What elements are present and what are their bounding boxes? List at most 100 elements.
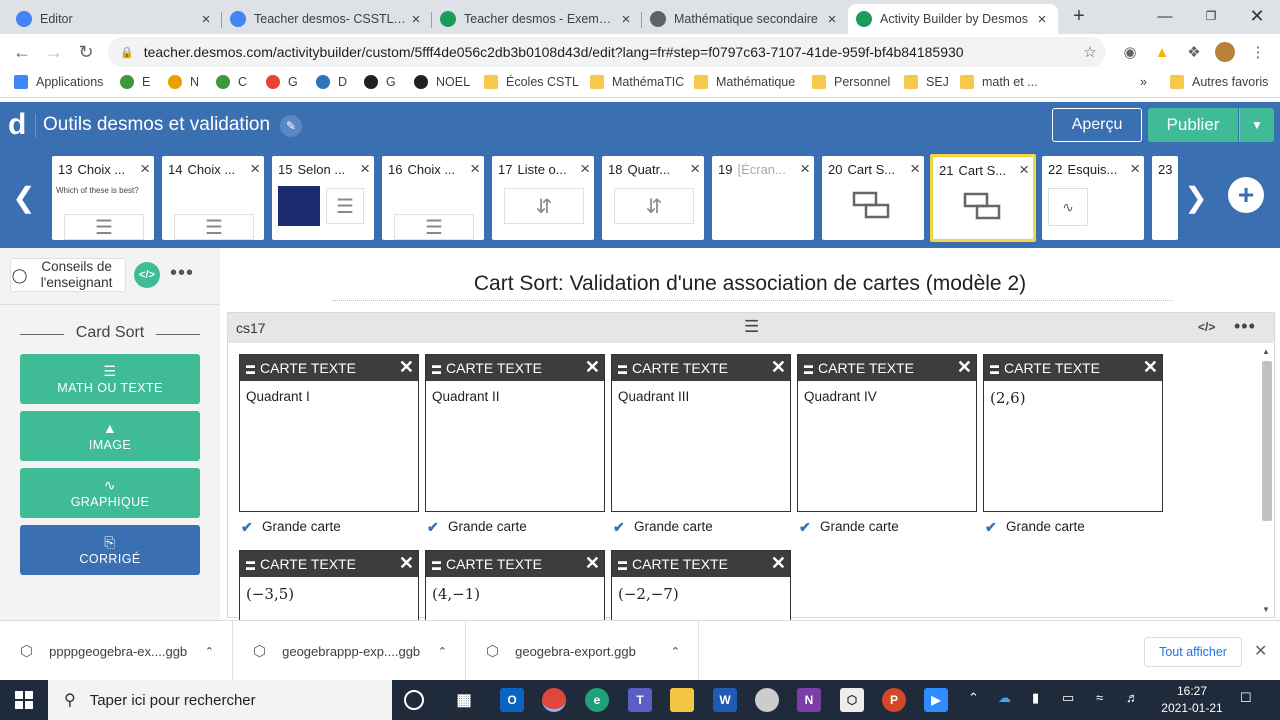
screen-delete-icon[interactable]: × bbox=[580, 159, 590, 179]
browser-tab[interactable]: Editor × bbox=[8, 4, 222, 34]
close-window-button[interactable]: ✕ bbox=[1234, 0, 1280, 32]
download-item[interactable]: ⬡ geogebrappp-exp....ggb ⌃ bbox=[233, 621, 466, 681]
notifications-icon[interactable]: ☐ bbox=[1240, 690, 1252, 706]
card-delete-icon[interactable]: ✕ bbox=[585, 553, 600, 574]
screen-thumbnail[interactable]: 21 Cart S... × bbox=[930, 154, 1036, 242]
scroll-up-arrow-icon[interactable]: ▲ bbox=[1262, 347, 1270, 356]
screen-thumbnail[interactable]: 16 Choix ... × ☰ bbox=[382, 156, 484, 240]
card-content[interactable]: (−3,5) bbox=[240, 577, 418, 611]
card-delete-icon[interactable]: ✕ bbox=[1143, 357, 1158, 378]
bookmark-item[interactable]: Écoles CSTL bbox=[484, 75, 579, 89]
text-card[interactable]: ▬ ▬ CARTE TEXTE ✕ Quadrant I bbox=[239, 354, 419, 512]
word-icon[interactable]: W bbox=[713, 688, 737, 712]
text-card[interactable]: ▬ ▬ CARTE TEXTE ✕ Quadrant IV bbox=[797, 354, 977, 512]
download-item[interactable]: ⬡ ppppgeogebra-ex....ggb ⌃ bbox=[0, 621, 233, 681]
text-card[interactable]: ▬ ▬ CARTE TEXTE ✕ Quadrant II bbox=[425, 354, 605, 512]
drag-handle-icon[interactable]: ☰ bbox=[744, 317, 759, 337]
bookmark-item[interactable]: math et ... bbox=[960, 75, 1038, 89]
card-delete-icon[interactable]: ✕ bbox=[771, 357, 786, 378]
app-icon[interactable] bbox=[755, 688, 779, 712]
screen-thumbnail[interactable]: 14 Choix ... × ☰ bbox=[162, 156, 264, 240]
tab-close-icon[interactable]: × bbox=[1034, 11, 1050, 28]
microphone-icon[interactable]: ▮ bbox=[1032, 690, 1039, 706]
chrome-menu-icon[interactable]: ⋮ bbox=[1248, 42, 1268, 62]
screen-thumbnail[interactable]: 15 Selon ... × ☰ bbox=[272, 156, 374, 240]
chrome-taskbar-icon[interactable] bbox=[542, 688, 566, 712]
tab-close-icon[interactable]: × bbox=[824, 11, 840, 28]
add-graph-component-button[interactable]: ∿ GRAPHIQUE bbox=[20, 468, 200, 518]
cortana-icon[interactable] bbox=[404, 690, 424, 710]
screen-delete-icon[interactable]: × bbox=[470, 159, 480, 179]
publish-dropdown-chevron-icon[interactable]: ▼ bbox=[1239, 108, 1274, 142]
onenote-icon[interactable]: N bbox=[797, 688, 821, 712]
component-menu-icon[interactable]: ••• bbox=[1234, 316, 1256, 337]
task-view-icon[interactable]: ▦ bbox=[452, 688, 476, 712]
computation-layer-icon[interactable]: </> bbox=[134, 262, 160, 288]
card-content[interactable]: Quadrant IV bbox=[798, 381, 976, 412]
card-delete-icon[interactable]: ✕ bbox=[399, 553, 414, 574]
add-image-component-button[interactable]: ▲ IMAGE bbox=[20, 411, 200, 461]
chevron-up-icon[interactable]: ⌃ bbox=[438, 645, 447, 658]
bookmark-star-icon[interactable]: ☆ bbox=[1080, 42, 1100, 62]
browser-tab[interactable]: Mathématique secondaire × bbox=[642, 4, 848, 34]
screen-delete-icon[interactable]: × bbox=[250, 159, 260, 179]
component-code-icon[interactable]: </> bbox=[1198, 320, 1215, 334]
teams-icon[interactable]: T bbox=[628, 688, 652, 712]
bookmark-item[interactable]: Applications bbox=[14, 75, 103, 89]
card-content[interactable]: (−2,−7) bbox=[612, 577, 790, 611]
bookmark-item[interactable]: NOEL bbox=[414, 75, 470, 89]
show-all-downloads-button[interactable]: Tout afficher bbox=[1144, 637, 1242, 667]
tab-close-icon[interactable]: × bbox=[198, 11, 214, 28]
big-card-checkbox[interactable]: ✔ Grande carte bbox=[613, 519, 713, 534]
tab-close-icon[interactable]: × bbox=[408, 11, 424, 28]
bookmark-item[interactable]: Mathématique bbox=[694, 75, 795, 89]
bookmarks-overflow-button[interactable]: » bbox=[1140, 75, 1147, 89]
scrollbar[interactable]: ▲ ▼ bbox=[1260, 347, 1272, 615]
screen-thumbnail[interactable]: 19 [Écran... × bbox=[712, 156, 814, 240]
strip-left-arrow-icon[interactable]: ❮ bbox=[10, 180, 38, 214]
big-card-checkbox[interactable]: ✔ Grande carte bbox=[427, 519, 527, 534]
bookmark-item[interactable]: N bbox=[168, 75, 199, 89]
bookmark-item[interactable]: D bbox=[316, 75, 347, 89]
card-content[interactable]: Quadrant I bbox=[240, 381, 418, 412]
scroll-down-arrow-icon[interactable]: ▼ bbox=[1262, 605, 1270, 614]
file-explorer-icon[interactable] bbox=[670, 688, 694, 712]
other-bookmarks-folder[interactable]: Autres favoris bbox=[1170, 75, 1268, 89]
screen-delete-icon[interactable]: × bbox=[1130, 159, 1140, 179]
card-content[interactable]: (2,6) bbox=[984, 381, 1162, 415]
powerpoint-icon[interactable]: P bbox=[882, 688, 906, 712]
browser-tab[interactable]: Activity Builder by Desmos × bbox=[848, 4, 1058, 34]
bookmark-item[interactable]: Personnel bbox=[812, 75, 890, 89]
screen-thumbnail[interactable]: 20 Cart S... × bbox=[822, 156, 924, 240]
screen-delete-icon[interactable]: × bbox=[1019, 160, 1029, 180]
card-delete-icon[interactable]: ✕ bbox=[399, 357, 414, 378]
camera-extension-icon[interactable]: ◉ bbox=[1120, 42, 1140, 62]
text-card[interactable]: ▬ ▬ CARTE TEXTE ✕ (2,6) bbox=[983, 354, 1163, 512]
screen-title[interactable]: Cart Sort: Validation d'une association … bbox=[220, 272, 1280, 296]
screen-delete-icon[interactable]: × bbox=[910, 159, 920, 179]
address-bar[interactable]: 🔒 teacher.desmos.com/activitybuilder/cus… bbox=[108, 37, 1106, 67]
card-delete-icon[interactable]: ✕ bbox=[957, 357, 972, 378]
big-card-checkbox[interactable]: ✔ Grande carte bbox=[799, 519, 899, 534]
big-card-checkbox[interactable]: ✔ Grande carte bbox=[241, 519, 341, 534]
card-content[interactable]: Quadrant II bbox=[426, 381, 604, 412]
preview-button[interactable]: Aperçu bbox=[1052, 108, 1142, 142]
screen-thumbnail[interactable]: 22 Esquis... × ∿ bbox=[1042, 156, 1144, 240]
zoom-icon[interactable]: ▶ bbox=[924, 688, 948, 712]
minimize-button[interactable]: — bbox=[1142, 0, 1188, 32]
big-card-checkbox[interactable]: ✔ Grande carte bbox=[985, 519, 1085, 534]
windows-start-icon[interactable] bbox=[0, 680, 48, 720]
desmos-logo[interactable]: d bbox=[8, 108, 26, 142]
back-arrow-icon[interactable]: ← bbox=[10, 40, 34, 64]
tab-close-icon[interactable]: × bbox=[618, 11, 634, 28]
tray-expand-icon[interactable]: ⌃ bbox=[968, 690, 979, 706]
browser-tab[interactable]: Teacher desmos- CSSTL - M × bbox=[222, 4, 432, 34]
browser-tab[interactable]: Teacher desmos - Exemples × bbox=[432, 4, 642, 34]
screen-delete-icon[interactable]: × bbox=[140, 159, 150, 179]
edge-icon[interactable]: e bbox=[585, 688, 609, 712]
taskbar-search-box[interactable]: ⚲ Taper ici pour rechercher bbox=[48, 680, 392, 720]
puzzle-extension-icon[interactable]: ❖ bbox=[1184, 42, 1204, 62]
new-tab-button[interactable]: + bbox=[1068, 6, 1090, 28]
reload-icon[interactable]: ↻ bbox=[74, 40, 98, 64]
scrollbar-thumb[interactable] bbox=[1262, 361, 1272, 521]
